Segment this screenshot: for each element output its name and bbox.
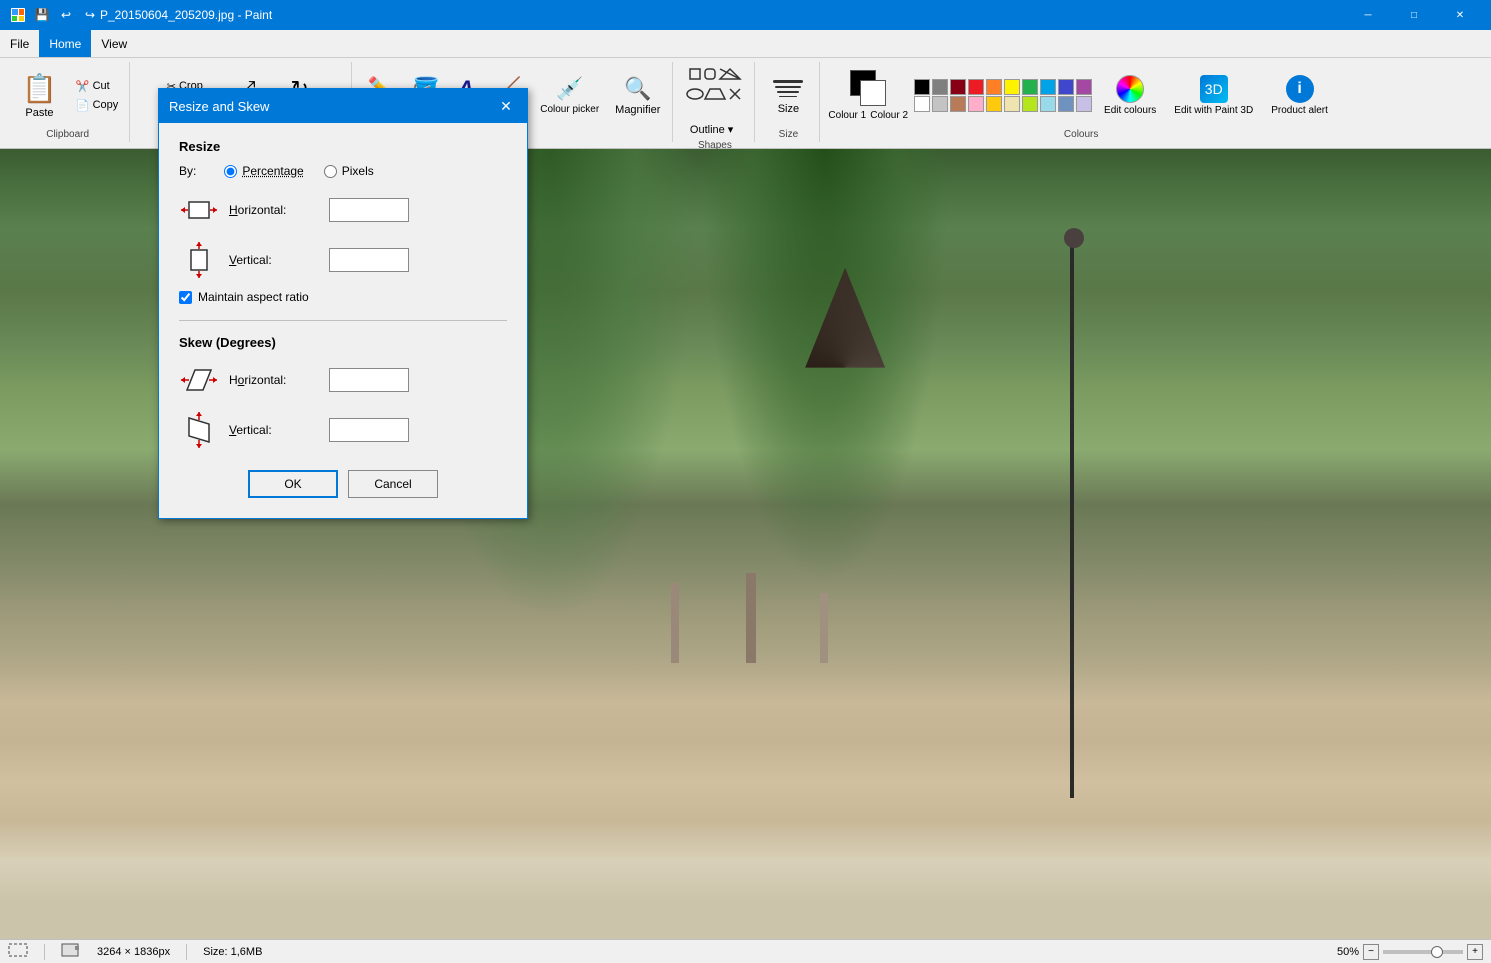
pixels-radio-label[interactable]: Pixels [324,164,374,178]
maintain-aspect-checkbox[interactable] [179,291,192,304]
skew-horizontal-input[interactable]: 0 [329,368,409,392]
dialog-buttons: OK Cancel [179,470,507,498]
skew-section-title: Skew (Degrees) [179,335,507,350]
dialog-title: Resize and Skew [169,99,269,114]
dialog-close-button[interactable]: ✕ [495,95,517,117]
dialog-body: Resize By: Percentage Pixels [159,123,527,518]
skew-vertical-row: Vertical: 0 [179,410,507,450]
maintain-aspect-label: Maintain aspect ratio [198,290,309,304]
skew-vertical-icon [179,410,219,450]
pixels-radio[interactable] [324,165,337,178]
horizontal-resize-label: Horizontal: [229,203,319,217]
horizontal-resize-row: Horizontal: 100 [179,190,507,230]
skew-horizontal-row: Horizontal: 0 [179,360,507,400]
by-label: By: [179,164,196,178]
skew-vertical-label: Vertical: [229,423,319,437]
horizontal-resize-input[interactable]: 100 [329,198,409,222]
resize-skew-dialog: Resize and Skew ✕ Resize By: Percentage … [158,88,528,519]
percentage-radio-label[interactable]: Percentage [224,164,303,178]
maintain-aspect-row: Maintain aspect ratio [179,290,507,304]
dialog-titlebar: Resize and Skew ✕ [159,89,527,123]
ok-button[interactable]: OK [248,470,338,498]
resize-section-title: Resize [179,139,507,154]
skew-horizontal-label: Horizontal: [229,373,319,387]
dialog-overlay: Resize and Skew ✕ Resize By: Percentage … [0,0,1491,963]
horizontal-resize-icon [179,190,219,230]
vertical-resize-input[interactable]: 100 [329,248,409,272]
vertical-resize-row: Vertical: 100 [179,240,507,280]
percentage-radio[interactable] [224,165,237,178]
by-radio-group: By: Percentage Pixels [179,164,507,178]
skew-vertical-input[interactable]: 0 [329,418,409,442]
skew-horizontal-icon [179,360,219,400]
dialog-divider [179,320,507,321]
vertical-resize-label: Vertical: [229,253,319,267]
vertical-resize-icon [179,240,219,280]
cancel-button[interactable]: Cancel [348,470,438,498]
